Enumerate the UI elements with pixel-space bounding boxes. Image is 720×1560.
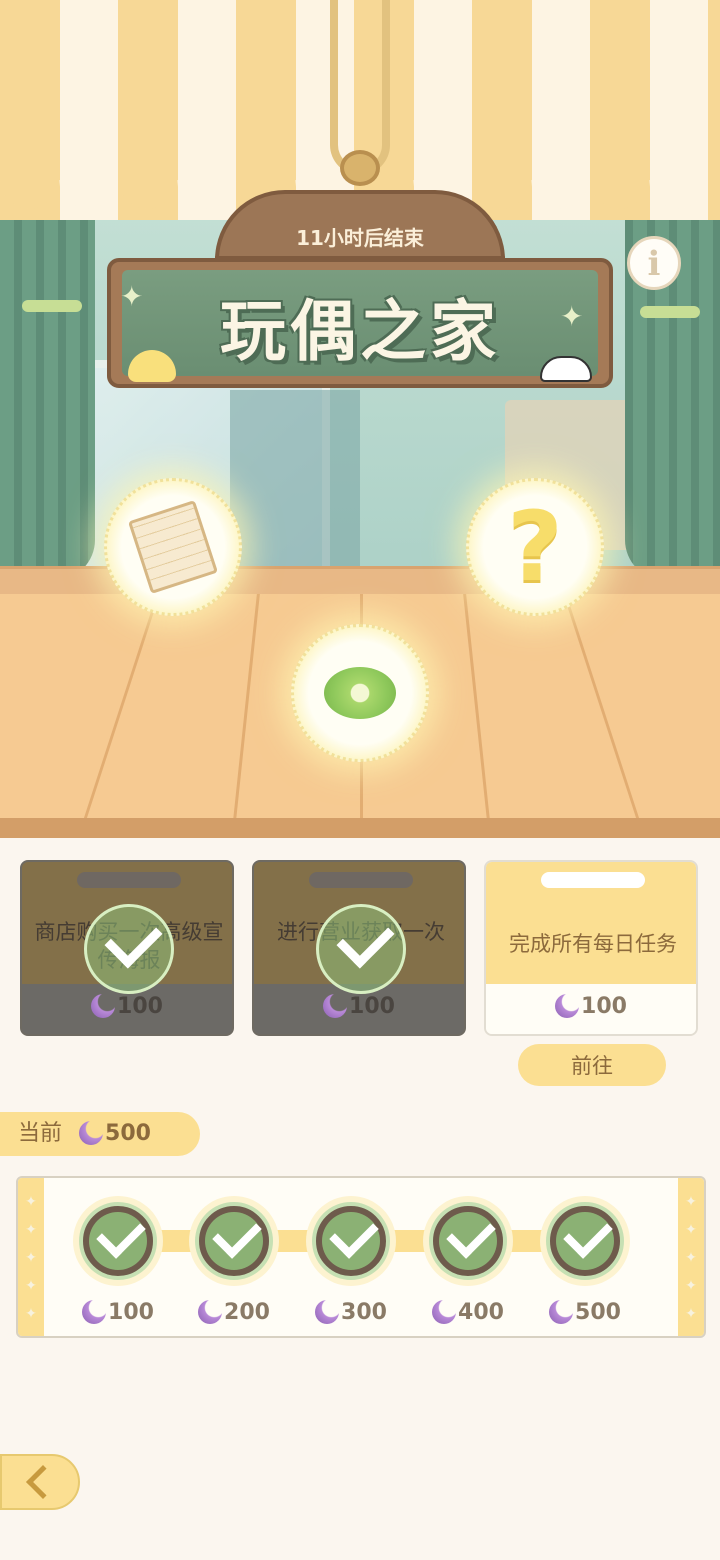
moon-currency-icon bbox=[555, 994, 580, 1018]
item-bubble-ribbon[interactable] bbox=[291, 624, 429, 762]
task-card-business[interactable]: 进行营业获取一次 100 bbox=[252, 860, 466, 1036]
event-countdown: 11小时后结束 bbox=[296, 226, 424, 250]
task-reward-value: 100 bbox=[349, 994, 395, 1019]
curtain-left bbox=[0, 200, 95, 580]
goto-button[interactable]: 前往 bbox=[518, 1044, 666, 1086]
moon-currency-icon bbox=[198, 1300, 223, 1324]
milestone-label: 400 bbox=[418, 1300, 518, 1325]
moon-currency-icon bbox=[432, 1300, 457, 1324]
task-card-daily[interactable]: 完成所有每日任务 100 bbox=[484, 860, 698, 1036]
card-clip bbox=[309, 872, 413, 888]
track-edge-right: ✦ ✦ ✦ ✦ ✦ bbox=[678, 1178, 704, 1336]
milestone-claimed-check-icon bbox=[89, 1212, 147, 1270]
card-clip bbox=[541, 872, 645, 888]
rope-knot bbox=[340, 150, 380, 186]
milestone-claimed-check-icon bbox=[439, 1212, 497, 1270]
sign-rope bbox=[330, 0, 390, 175]
milestone-node[interactable] bbox=[195, 1202, 273, 1280]
milestone-value: 400 bbox=[458, 1300, 504, 1325]
milestone-node[interactable] bbox=[429, 1202, 507, 1280]
moon-currency-icon bbox=[315, 1300, 340, 1324]
milestone-value: 300 bbox=[341, 1300, 387, 1325]
milestone-label: 500 bbox=[535, 1300, 635, 1325]
background-door bbox=[230, 390, 360, 570]
milestone-value: 200 bbox=[224, 1300, 270, 1325]
sparkle-icon: ✦ bbox=[120, 280, 144, 313]
item-bubble-mystery[interactable]: ? bbox=[466, 478, 604, 616]
question-mark-icon: ? bbox=[507, 491, 563, 603]
shop-scene: 11小时后结束 玩偶之家 ✦ ✦ i ? bbox=[0, 0, 720, 838]
completed-check-icon bbox=[84, 904, 174, 994]
floor-edge bbox=[0, 818, 720, 838]
task-label: 完成所有每日任务 bbox=[509, 932, 677, 956]
item-bubble-notebook[interactable] bbox=[104, 478, 242, 616]
notebook-icon bbox=[127, 500, 219, 594]
milestone-value: 500 bbox=[575, 1300, 621, 1325]
task-reward-value: 100 bbox=[117, 994, 163, 1019]
moon-currency-icon bbox=[549, 1300, 574, 1324]
milestone-claimed-check-icon bbox=[322, 1212, 380, 1270]
task-card-shop-poster[interactable]: 商店购买一次高级宣传海报 100 bbox=[20, 860, 234, 1036]
milestone-track: ✦ ✦ ✦ ✦ ✦ ✦ ✦ ✦ ✦ ✦ 100 200 300 400 500 bbox=[16, 1176, 706, 1338]
moon-currency-icon bbox=[82, 1300, 107, 1324]
card-clip bbox=[77, 872, 181, 888]
completed-check-icon bbox=[316, 904, 406, 994]
current-label: 当前 bbox=[18, 1121, 63, 1146]
curtain-tie-left bbox=[22, 300, 82, 312]
task-reward: 100 bbox=[486, 994, 696, 1019]
current-points: 当前 500 bbox=[0, 1112, 200, 1156]
milestone-claimed-check-icon bbox=[556, 1212, 614, 1270]
event-title: 玩偶之家 bbox=[220, 293, 500, 370]
moon-currency-icon bbox=[91, 994, 116, 1018]
task-reward: 100 bbox=[254, 994, 464, 1019]
panda-mascot-icon bbox=[540, 356, 592, 382]
milestone-node[interactable] bbox=[79, 1202, 157, 1280]
track-edge-left: ✦ ✦ ✦ ✦ ✦ bbox=[18, 1178, 44, 1336]
milestone-claimed-check-icon bbox=[205, 1212, 263, 1270]
milestone-label: 100 bbox=[68, 1300, 168, 1325]
back-button[interactable] bbox=[0, 1454, 80, 1510]
info-button[interactable]: i bbox=[627, 236, 681, 290]
back-arrow-icon bbox=[26, 1465, 60, 1499]
task-reward-value: 100 bbox=[581, 994, 627, 1019]
milestone-label: 200 bbox=[184, 1300, 284, 1325]
milestone-node[interactable] bbox=[312, 1202, 390, 1280]
moon-currency-icon bbox=[79, 1121, 104, 1145]
sparkle-icon: ✦ bbox=[560, 300, 584, 333]
milestone-node[interactable] bbox=[546, 1202, 624, 1280]
moon-currency-icon bbox=[323, 994, 348, 1018]
milestone-value: 100 bbox=[108, 1300, 154, 1325]
current-value: 500 bbox=[105, 1121, 151, 1146]
task-reward: 100 bbox=[22, 994, 232, 1019]
ribbon-icon bbox=[324, 667, 396, 719]
curtain-tie-right bbox=[640, 306, 700, 318]
milestone-label: 300 bbox=[301, 1300, 401, 1325]
